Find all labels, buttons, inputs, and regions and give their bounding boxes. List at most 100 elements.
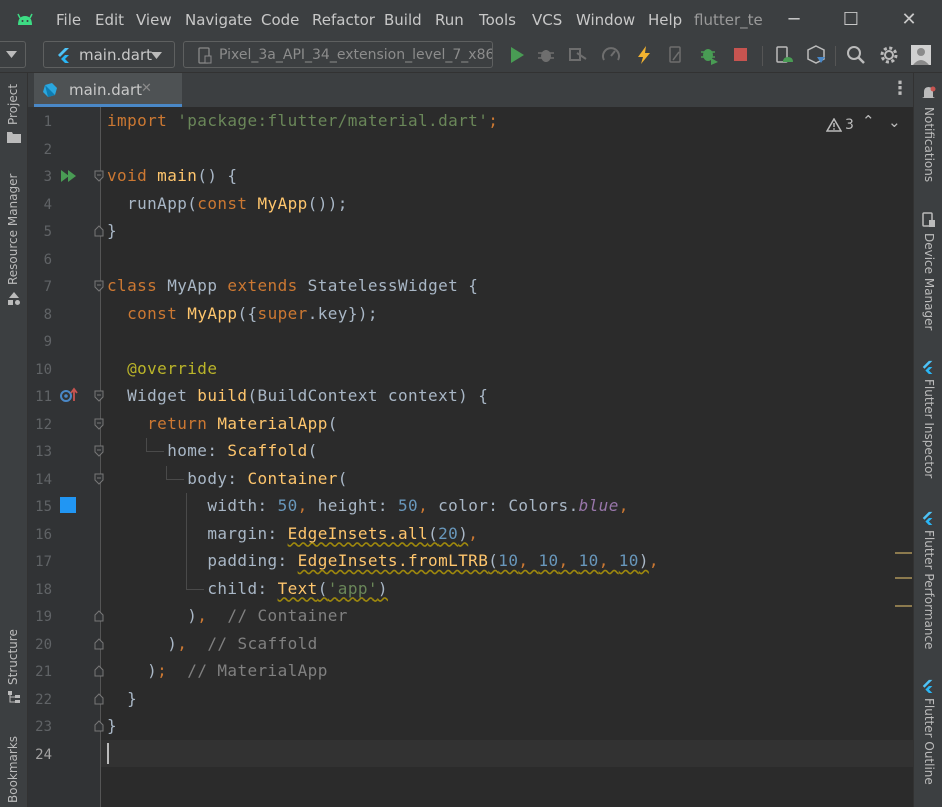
fold-end-icon[interactable] [94, 637, 104, 650]
stop-icon[interactable] [730, 44, 752, 66]
scrollbar-warning-marker[interactable] [895, 577, 912, 579]
tab-main-dart[interactable]: main.dart ✕ [34, 73, 182, 107]
code-token: MyApp [257, 193, 308, 213]
profile-icon[interactable] [600, 44, 622, 66]
next-highlight-icon[interactable]: ⌃ [888, 112, 901, 130]
code-token: ( [337, 468, 348, 488]
code-line: ); // MaterialApp [107, 661, 328, 680]
more-options-icon[interactable]: ⋮ [891, 78, 909, 99]
code-token: extends [227, 276, 308, 295]
code-line: void main() { [107, 166, 237, 185]
menu-navigate[interactable]: Navigate [185, 11, 252, 29]
close-tab-icon[interactable]: ✕ [141, 81, 152, 96]
code-token: MyApp [167, 276, 228, 295]
fold-end-icon[interactable] [94, 720, 104, 732]
fold-collapse-icon[interactable] [94, 418, 104, 430]
line-number: 19 [35, 609, 52, 625]
menu-file[interactable]: File [56, 11, 81, 29]
code-token: ()); [307, 193, 348, 213]
code-token: ( [488, 551, 499, 570]
code-token: , [598, 551, 619, 570]
code-token: MyApp [187, 303, 238, 323]
right-tool-strip: Notifications Device Manager Flutter Ins… [913, 73, 942, 807]
line-number: 12 [35, 416, 52, 433]
line-number: 9 [43, 334, 52, 350]
device-selector[interactable]: Pixel_3a_API_34_extension_level_7_x86... [183, 41, 493, 68]
user-account-icon[interactable] [910, 44, 932, 66]
scrollbar-warning-marker[interactable] [895, 605, 912, 607]
code-line: return MaterialApp( [107, 414, 338, 433]
code-token: 50 [277, 496, 298, 515]
flutter-inspector-tool-label: Flutter Inspector [922, 379, 936, 479]
file-config-selector[interactable]: main.dart [43, 41, 175, 68]
device-manager-icon[interactable] [773, 44, 795, 66]
code-line: home: Scaffold( [107, 441, 318, 460]
code-line: ), // Scaffold [107, 634, 318, 653]
menu-view[interactable]: View [136, 11, 172, 29]
code-token: blue [578, 496, 619, 515]
scrollbar-warning-marker[interactable] [895, 552, 912, 554]
code-token: Text [277, 578, 318, 598]
fold-end-icon[interactable] [94, 665, 104, 677]
fold-end-icon[interactable] [94, 225, 104, 237]
code-line: } [107, 716, 117, 735]
debug-android-process-icon[interactable] [698, 44, 720, 66]
fold-collapse-icon[interactable] [94, 445, 104, 457]
fold-end-icon[interactable] [94, 610, 104, 622]
menu-refactor[interactable]: Refactor [312, 11, 375, 29]
menu-edit[interactable]: Edit [95, 11, 124, 29]
menu-run[interactable]: Run [435, 11, 464, 29]
line-number: 2 [43, 141, 52, 158]
code-token: height: [317, 496, 398, 515]
fold-collapse-icon[interactable] [94, 473, 104, 485]
fold-collapse-icon[interactable] [94, 170, 104, 182]
close-window-icon[interactable]: ✕ [897, 8, 921, 32]
maximize-icon[interactable]: ☐ [839, 8, 863, 32]
previous-highlight-icon[interactable]: ⌃ [862, 112, 875, 130]
line-number: 1 [43, 114, 52, 130]
color-swatch-icon[interactable] [60, 497, 76, 513]
menu-build[interactable]: Build [384, 11, 422, 29]
code-line: @override [107, 359, 217, 378]
code-token: ; [157, 661, 168, 680]
line-number: 17 [35, 554, 52, 570]
run-main-icon[interactable] [60, 168, 78, 184]
search-icon[interactable] [845, 44, 867, 66]
code-token: ( [428, 523, 439, 543]
code-token: super [257, 303, 308, 323]
line-number: 6 [43, 251, 52, 268]
toolbar-separator [835, 46, 836, 66]
overrides-method-icon[interactable] [59, 387, 79, 403]
minimize-icon[interactable]: ─ [782, 8, 806, 32]
code-token: (BuildContext context) { [247, 386, 489, 405]
notifications-icon [922, 86, 936, 98]
line-number: 20 [35, 636, 52, 653]
fold-collapse-icon[interactable] [94, 390, 104, 402]
left-tool-strip: Project Resource Manager Structure Bookm… [0, 73, 28, 807]
code-token: ({ [237, 303, 258, 323]
apply-code-changes-icon[interactable] [665, 44, 687, 66]
title-bar: File Edit View Navigate Code Refactor Bu… [0, 0, 942, 40]
menu-vcs[interactable]: VCS [532, 11, 562, 29]
run-icon[interactable] [506, 44, 528, 66]
code-line: ), // Container [107, 606, 348, 625]
hot-reload-icon[interactable] [633, 44, 655, 66]
gear-icon[interactable] [878, 44, 900, 66]
nav-dropdown-button[interactable] [0, 41, 26, 68]
menu-code[interactable]: Code [261, 11, 299, 29]
menu-tools[interactable]: Tools [479, 11, 516, 29]
line-number: 3 [43, 169, 52, 185]
code-token: ( [327, 413, 338, 433]
attach-debugger-icon[interactable] [567, 44, 589, 66]
code-token: () { [197, 166, 238, 185]
fold-collapse-icon[interactable] [94, 280, 104, 292]
code-token: main [157, 166, 198, 185]
sdk-manager-icon[interactable] [805, 44, 827, 66]
debug-icon[interactable] [535, 44, 557, 66]
fold-end-icon[interactable] [94, 692, 104, 705]
menu-window[interactable]: Window [576, 11, 635, 29]
code-token: @override [127, 358, 218, 378]
code-token: ) [638, 551, 649, 570]
menu-help[interactable]: Help [648, 11, 682, 29]
